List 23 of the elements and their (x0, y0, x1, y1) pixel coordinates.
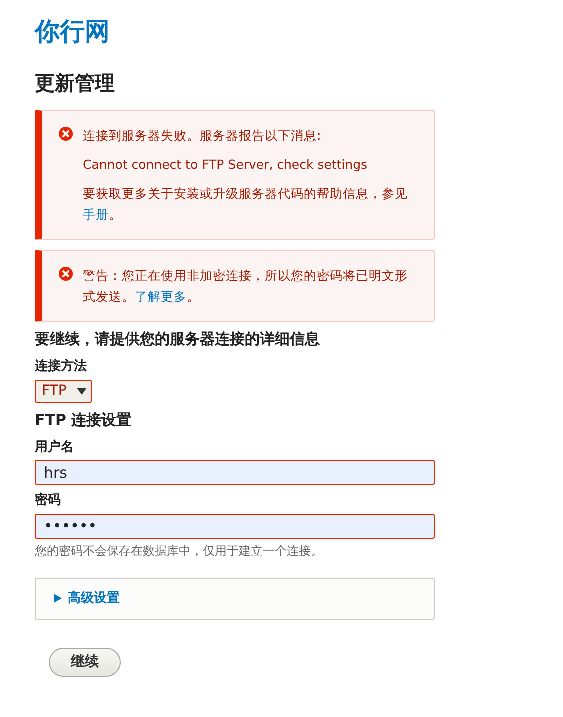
method-select[interactable]: FTP (35, 380, 92, 403)
error-icon (59, 127, 73, 141)
password-field[interactable]: •••••• (35, 514, 435, 538)
error-icon (59, 267, 73, 281)
message-text: Cannot connect to FTP Server, check settings (83, 156, 369, 174)
message-text: 警告：您正在使用非加密连接，所以您的密码将已明文形式发送。了解更多。 (83, 267, 409, 306)
site-title[interactable]: 你行网 (35, 16, 435, 48)
message-text: 要获取更多关于安装或升级服务器代码的帮助信息，参见 手册。 (83, 185, 409, 224)
section-title: 要继续，请提供您的服务器连接的详细信息 (35, 329, 321, 350)
caret-icon (76, 388, 87, 395)
triangle-icon (54, 594, 62, 603)
advanced-toggle[interactable]: 高级设置 (54, 588, 120, 608)
page-title: 更新管理 (35, 70, 116, 97)
username-field[interactable]: hrs (35, 460, 435, 485)
field-label: 连接方法 (35, 358, 88, 376)
help-link[interactable]: 了解更多 (135, 289, 187, 304)
field-label: 密码 (35, 492, 62, 510)
continue-button[interactable]: 继续 (49, 648, 121, 676)
field-label: 用户名 (35, 438, 75, 456)
settings-title: FTP 连接设置 (35, 410, 133, 431)
field-description: 您的密码不会保存在数据库中，仅用于建立一个连接。 (35, 542, 324, 560)
message-text: 连接到服务器失败。服务器报告以下消息: (83, 127, 322, 145)
help-link[interactable]: 手册 (83, 207, 109, 222)
